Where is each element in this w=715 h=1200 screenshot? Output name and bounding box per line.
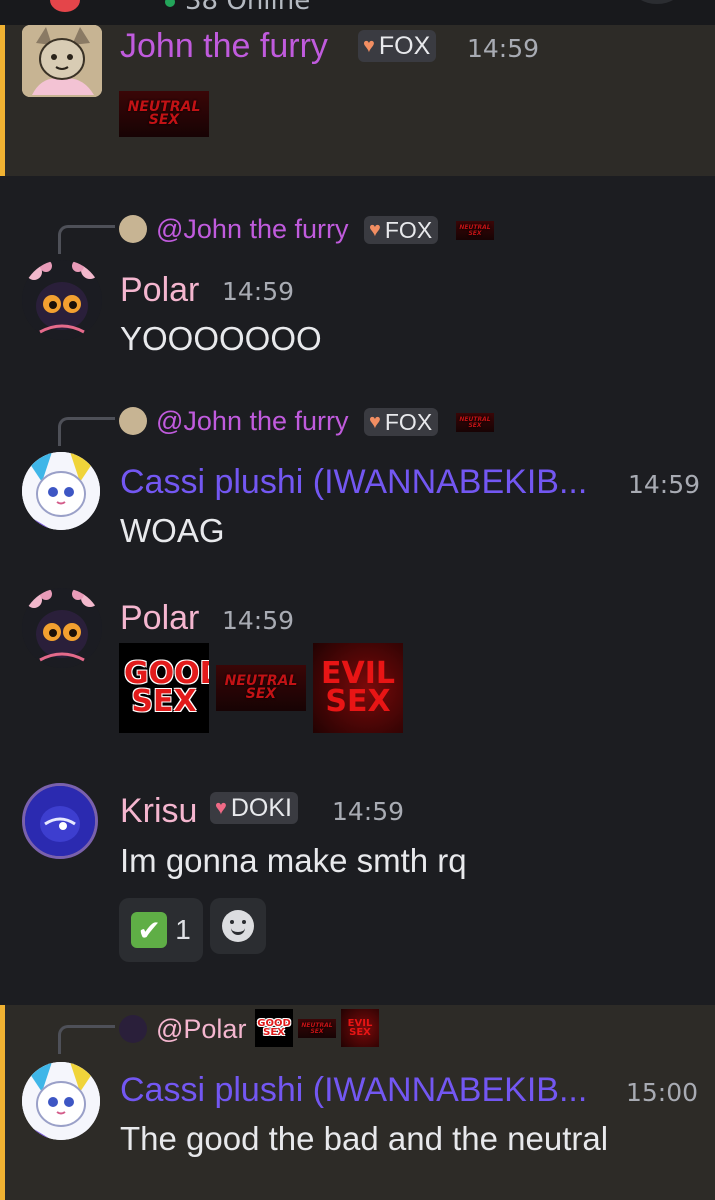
sticker-neutral-sex[interactable]: NEUTRAL SEX bbox=[119, 91, 209, 137]
header-action-button[interactable] bbox=[632, 0, 682, 4]
avatar[interactable] bbox=[22, 260, 102, 340]
timestamp: 15:00 bbox=[626, 1078, 699, 1107]
avatar[interactable] bbox=[22, 452, 100, 530]
message-john[interactable]: John the furry ♥ FOX 14:59 NEUTRAL SEX bbox=[0, 25, 715, 176]
online-status-icon bbox=[165, 0, 175, 7]
timestamp: 14:59 bbox=[222, 606, 295, 635]
heart-icon: ♥ bbox=[369, 219, 381, 241]
timestamp: 14:59 bbox=[332, 797, 405, 826]
reply-spine bbox=[58, 225, 115, 254]
reply-avatar bbox=[119, 1015, 147, 1043]
author-name[interactable]: Cassi plushi (IWANNABEKIB... bbox=[120, 463, 587, 502]
reply-author[interactable]: @John the furry bbox=[156, 214, 349, 245]
timestamp: 14:59 bbox=[222, 277, 295, 306]
author-name[interactable]: Krisu bbox=[120, 792, 197, 831]
reply-sticker-neutral: NEUTRAL SEX bbox=[456, 413, 494, 432]
message-cassi-2[interactable]: @Polar GOOD SEX NEUTRAL SEX EVIL SEX Cas… bbox=[0, 1005, 715, 1200]
message-text: YOOOOOOO bbox=[120, 320, 322, 357]
reply-sticker-evil: EVIL SEX bbox=[341, 1009, 379, 1047]
add-reaction-button[interactable] bbox=[210, 898, 266, 954]
avatar[interactable] bbox=[22, 783, 98, 859]
online-count: 38 Online bbox=[185, 0, 311, 16]
sticker-good-sex[interactable]: GOOD SEX bbox=[119, 643, 209, 733]
white-check-mark-icon: ✔ bbox=[131, 912, 168, 948]
reply-sticker-neutral: NEUTRAL SEX bbox=[456, 221, 494, 240]
author-name[interactable]: Polar bbox=[120, 599, 199, 638]
reply-author[interactable]: @Polar bbox=[156, 1014, 246, 1045]
message-cassi-1[interactable]: @John the furry ♥ FOX NEUTRAL SEX Cassi … bbox=[0, 397, 715, 557]
reaction-count: 1 bbox=[175, 914, 191, 945]
add-reaction-icon bbox=[222, 910, 254, 942]
author-name[interactable]: John the furry bbox=[120, 27, 328, 66]
heart-icon: ♥ bbox=[215, 797, 227, 819]
avatar[interactable] bbox=[22, 588, 102, 668]
author-name[interactable]: Polar bbox=[120, 271, 199, 310]
server-tag[interactable]: ♥ DOKI bbox=[210, 792, 298, 824]
message-polar-2[interactable]: Polar 14:59 GOOD SEX NEUTRAL SEX EVIL SE… bbox=[0, 585, 715, 745]
message-krisu[interactable]: Krisu ♥ DOKI 14:59 Im gonna make smth rq… bbox=[0, 780, 715, 980]
reply-sticker-good: GOOD SEX bbox=[255, 1009, 293, 1047]
reply-sticker-neutral: NEUTRAL SEX bbox=[298, 1019, 336, 1038]
heart-icon: ♥ bbox=[369, 411, 381, 433]
heart-icon: ♥ bbox=[363, 35, 375, 57]
reply-server-tag: ♥ FOX bbox=[364, 408, 439, 436]
timestamp: 14:59 bbox=[628, 470, 701, 499]
server-tag-label: FOX bbox=[378, 31, 431, 60]
channel-header: 38 Online bbox=[0, 0, 715, 25]
reaction-check[interactable]: ✔ 1 bbox=[119, 898, 203, 962]
reply-server-tag: ♥ FOX bbox=[364, 216, 439, 244]
message-text: Im gonna make smth rq bbox=[120, 842, 467, 879]
timestamp: 14:59 bbox=[467, 34, 540, 63]
reply-spine bbox=[58, 1025, 115, 1054]
message-text: WOAG bbox=[120, 512, 225, 549]
message-polar-1[interactable]: @John the furry ♥ FOX NEUTRAL SEX Polar … bbox=[0, 205, 715, 365]
sticker-evil-sex[interactable]: EVIL SEX bbox=[313, 643, 403, 733]
author-name[interactable]: Cassi plushi (IWANNABEKIB... bbox=[120, 1071, 587, 1110]
avatar[interactable] bbox=[22, 25, 102, 97]
sticker-neutral-sex[interactable]: NEUTRAL SEX bbox=[216, 665, 306, 711]
message-text: The good the bad and the neutral bbox=[120, 1120, 609, 1157]
reply-author[interactable]: @John the furry bbox=[156, 406, 349, 437]
server-tag-label: DOKI bbox=[230, 793, 292, 822]
reply-spine bbox=[58, 417, 115, 446]
avatar[interactable] bbox=[22, 1062, 100, 1140]
server-tag[interactable]: ♥ FOX bbox=[358, 30, 437, 62]
reply-avatar bbox=[119, 215, 147, 243]
reply-avatar bbox=[119, 407, 147, 435]
notification-badge[interactable] bbox=[50, 0, 80, 12]
